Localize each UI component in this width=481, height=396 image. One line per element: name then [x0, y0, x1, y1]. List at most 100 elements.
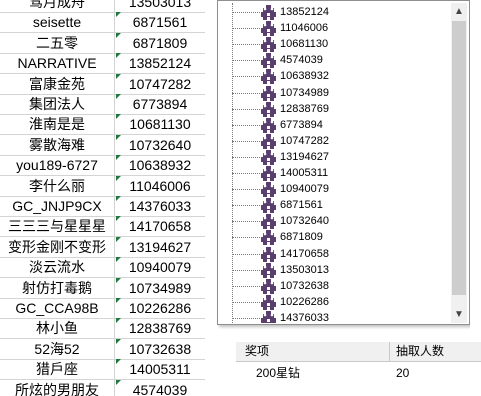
group-icon: [261, 69, 276, 85]
prize-cell[interactable]: 200星钻: [256, 364, 300, 382]
list-item-label: 6773894: [280, 118, 323, 131]
id-cell[interactable]: 10732640: [115, 135, 205, 155]
nickname-cell[interactable]: 变形金刚不变形: [0, 236, 115, 257]
list-item[interactable]: 10732638: [220, 278, 450, 295]
list-item[interactable]: 11046006: [220, 20, 450, 37]
list-item[interactable]: 10732640: [220, 213, 450, 230]
column-header-prize[interactable]: 奖项: [245, 342, 269, 361]
id-cell[interactable]: 10747282: [115, 74, 205, 94]
id-cell[interactable]: 13194627: [115, 237, 205, 257]
group-icon: [261, 5, 276, 20]
id-cell[interactable]: 6871809: [115, 33, 205, 53]
table-row[interactable]: 射仿打毒鹅 10734989: [0, 277, 205, 299]
cell-marker-icon: [116, 12, 121, 18]
list-item[interactable]: 14376033: [220, 310, 450, 323]
id-cell[interactable]: 14376033: [115, 196, 205, 216]
nickname-cell[interactable]: seisette: [0, 12, 115, 33]
id-cell[interactable]: 13852124: [115, 53, 205, 73]
id-cell[interactable]: 10732638: [115, 339, 205, 359]
table-row[interactable]: 淮南是是 10681130: [0, 114, 205, 136]
nickname-cell[interactable]: NARRATIVE: [0, 53, 115, 74]
list-item[interactable]: 10681130: [220, 36, 450, 53]
list-item[interactable]: 13194627: [220, 149, 450, 166]
nickname-cell[interactable]: 集团法人: [0, 94, 115, 114]
nickname-cell[interactable]: 二五零: [0, 32, 115, 53]
table-row[interactable]: 林小鱼 12838769: [0, 318, 205, 340]
table-row[interactable]: you189-6727 10638932: [0, 155, 205, 177]
list-item[interactable]: 10747282: [220, 133, 450, 150]
id-cell[interactable]: 14005311: [115, 359, 205, 379]
table-row[interactable]: 集团法人 6773894: [0, 94, 205, 115]
id-cell[interactable]: 6773894: [115, 94, 205, 114]
table-row[interactable]: 三三三与星星星 14170658: [0, 216, 205, 238]
table-row[interactable]: 52海52 10732638: [0, 338, 205, 360]
table-row[interactable]: GC_CCA98B 10226286: [0, 298, 205, 319]
list-item[interactable]: 10226286: [220, 294, 450, 311]
group-icon: [261, 262, 276, 278]
nickname-cell[interactable]: 驾月成舟: [0, 0, 115, 12]
table-row[interactable]: 雾散海难 10732640: [0, 134, 205, 156]
list-item[interactable]: 10734989: [220, 85, 450, 102]
scroll-up-icon[interactable]: ▲: [451, 3, 467, 20]
list-item[interactable]: 6871561: [220, 197, 450, 214]
group-icon: [261, 53, 276, 69]
list-item-label: 10734989: [280, 86, 329, 99]
id-cell[interactable]: 10638932: [115, 155, 205, 175]
list-item[interactable]: 13503013: [220, 262, 450, 279]
nickname-cell[interactable]: GC_CCA98B: [0, 298, 115, 318]
nickname-cell[interactable]: 淮南是是: [0, 114, 115, 135]
nickname-cell[interactable]: GC_JNJP9CX: [0, 196, 115, 216]
table-row[interactable]: NARRATIVE 13852124: [0, 53, 205, 75]
nickname-cell[interactable]: 淡云流水: [0, 257, 115, 278]
id-cell[interactable]: 6871561: [115, 12, 205, 32]
column-header-count[interactable]: 抽取人数: [396, 342, 444, 361]
table-row[interactable]: 变形金刚不变形 13194627: [0, 236, 205, 258]
scroll-down-icon[interactable]: ▼: [451, 306, 467, 323]
id-cell[interactable]: 10226286: [115, 298, 205, 318]
table-row[interactable]: 所炫的男朋友 4574039: [0, 379, 205, 396]
count-cell[interactable]: 20: [396, 364, 409, 382]
id-cell[interactable]: 12838769: [115, 318, 205, 338]
table-row[interactable]: GC_JNJP9CX 14376033: [0, 196, 205, 217]
id-cell[interactable]: 10734989: [115, 278, 205, 298]
nickname-cell[interactable]: 52海52: [0, 338, 115, 359]
list-item[interactable]: 14005311: [220, 165, 450, 182]
nickname-cell[interactable]: 所炫的男朋友: [0, 379, 115, 396]
table-row[interactable]: 富康金苑 10747282: [0, 73, 205, 95]
vertical-scrollbar[interactable]: ▲ ▼: [451, 3, 467, 323]
list-item[interactable]: 6871809: [220, 229, 450, 246]
list-item[interactable]: 12838769: [220, 101, 450, 118]
id-cell[interactable]: 4574039: [115, 380, 205, 396]
nickname-cell[interactable]: 射仿打毒鹅: [0, 277, 115, 298]
table-row[interactable]: 李什么丽 11046006: [0, 175, 205, 197]
list-item[interactable]: 14170658: [220, 246, 450, 263]
table-row[interactable]: 猎戶座 14005311: [0, 359, 205, 381]
id-cell[interactable]: 11046006: [115, 176, 205, 196]
nickname-cell[interactable]: 林小鱼: [0, 318, 115, 339]
table-row[interactable]: 驾月成舟 13503013: [0, 0, 205, 13]
cell-marker-icon: [116, 155, 121, 161]
list-item[interactable]: 13852124: [220, 4, 450, 21]
tree-connector: [232, 173, 262, 174]
nickname-cell[interactable]: 富康金苑: [0, 73, 115, 94]
id-cell[interactable]: 13503013: [115, 0, 205, 12]
nickname-cell[interactable]: 雾散海难: [0, 134, 115, 155]
list-item[interactable]: 10940079: [220, 181, 450, 198]
member-list[interactable]: 13852124 11046006 10681130 4574039 10638932 1…: [220, 3, 450, 323]
id-cell[interactable]: 14170658: [115, 216, 205, 236]
nickname-cell[interactable]: you189-6727: [0, 155, 115, 176]
table-row[interactable]: 二五零 6871809: [0, 32, 205, 54]
nickname-cell[interactable]: 李什么丽: [0, 175, 115, 196]
list-item[interactable]: 4574039: [220, 52, 450, 69]
table-row[interactable]: 淡云流水 10940079: [0, 257, 205, 279]
id-cell[interactable]: 10940079: [115, 257, 205, 277]
id-cell[interactable]: 10681130: [115, 114, 205, 134]
list-item[interactable]: 10638932: [220, 68, 450, 85]
group-icon: [261, 230, 276, 246]
nickname-cell[interactable]: 三三三与星星星: [0, 216, 115, 237]
nickname-cell[interactable]: 猎戶座: [0, 359, 115, 380]
list-item[interactable]: 6773894: [220, 117, 450, 134]
column-divider[interactable]: [389, 342, 390, 361]
scrollbar-thumb[interactable]: [452, 21, 466, 295]
table-row[interactable]: seisette 6871561: [0, 12, 205, 34]
